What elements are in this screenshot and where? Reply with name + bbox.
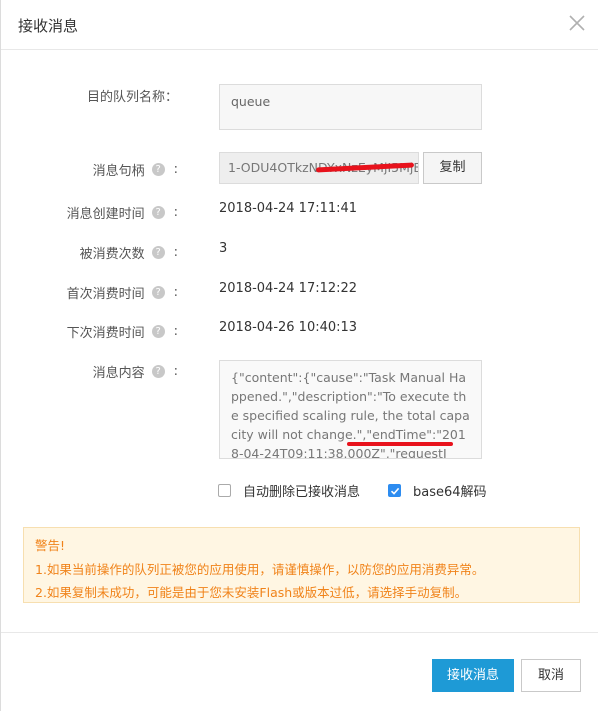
message-content-label: 消息内容 ? : xyxy=(92,364,178,381)
dialog-header: 接收消息 xyxy=(1,0,598,50)
warning-line-2: 2.如果复制未成功，可能是由于您未安装Flash或版本过低，请选择手动复制。 xyxy=(35,585,468,600)
first-consume-time-value: 2018-04-24 17:12:22 xyxy=(219,281,358,296)
warning-title: 警告! xyxy=(35,538,66,553)
cancel-button[interactable]: 取消 xyxy=(521,659,581,692)
dialog-footer-divider xyxy=(1,632,598,633)
created-time-label: 消息创建时间 ? : xyxy=(66,205,178,222)
receive-message-button[interactable]: 接收消息 xyxy=(432,659,514,692)
consume-count-value: 3 xyxy=(219,241,228,256)
queue-name-field[interactable]: queue xyxy=(219,84,482,130)
queue-name-label: 目的队列名称： xyxy=(86,90,178,105)
auto-delete-checkbox[interactable] xyxy=(218,484,231,497)
warning-line-1: 1.如果当前操作的队列正被您的应用使用，请谨慎操作，以防您的应用消费异常。 xyxy=(35,562,485,577)
close-icon[interactable] xyxy=(566,12,588,34)
message-content-field[interactable]: {"content":{"cause":"Task Manual Happene… xyxy=(219,360,482,459)
warning-panel: 警告! 1.如果当前操作的队列正被您的应用使用，请谨慎操作，以防您的应用消费异常… xyxy=(23,527,580,603)
queue-name-value: queue xyxy=(231,94,271,109)
help-icon[interactable]: ? xyxy=(151,365,165,378)
redaction-mark xyxy=(347,442,453,446)
consume-count-label: 被消费次数 ? : xyxy=(79,245,178,262)
help-icon[interactable]: ? xyxy=(151,206,165,219)
receive-message-dialog: 接收消息 目的队列名称： queue 消息句柄 ? : 1-ODU4OTkzND… xyxy=(0,0,598,711)
help-icon[interactable]: ? xyxy=(151,325,165,338)
help-icon[interactable]: ? xyxy=(151,286,165,299)
next-consume-time-label: 下次消费时间 ? : xyxy=(66,324,178,341)
dialog-title: 接收消息 xyxy=(18,17,79,35)
message-handle-label: 消息句柄 ? : xyxy=(92,162,178,179)
options-row: 自动删除已接收消息 base64解码 xyxy=(218,481,487,500)
base64-decode-label: base64解码 xyxy=(413,485,487,500)
base64-decode-checkbox[interactable] xyxy=(388,484,402,497)
next-consume-time-value: 2018-04-26 10:40:13 xyxy=(219,320,358,335)
help-icon[interactable]: ? xyxy=(151,246,165,259)
message-handle-field[interactable]: 1-ODU4OTkzNDYxNzEyMjI5MjEw xyxy=(219,152,419,184)
checkmark-icon xyxy=(390,487,399,495)
copy-button[interactable]: 复制 xyxy=(423,152,482,184)
auto-delete-label: 自动删除已接收消息 xyxy=(243,485,361,500)
help-icon[interactable]: ? xyxy=(151,163,165,176)
first-consume-time-label: 首次消费时间 ? : xyxy=(66,285,178,302)
created-time-value: 2018-04-24 17:11:41 xyxy=(219,201,358,216)
